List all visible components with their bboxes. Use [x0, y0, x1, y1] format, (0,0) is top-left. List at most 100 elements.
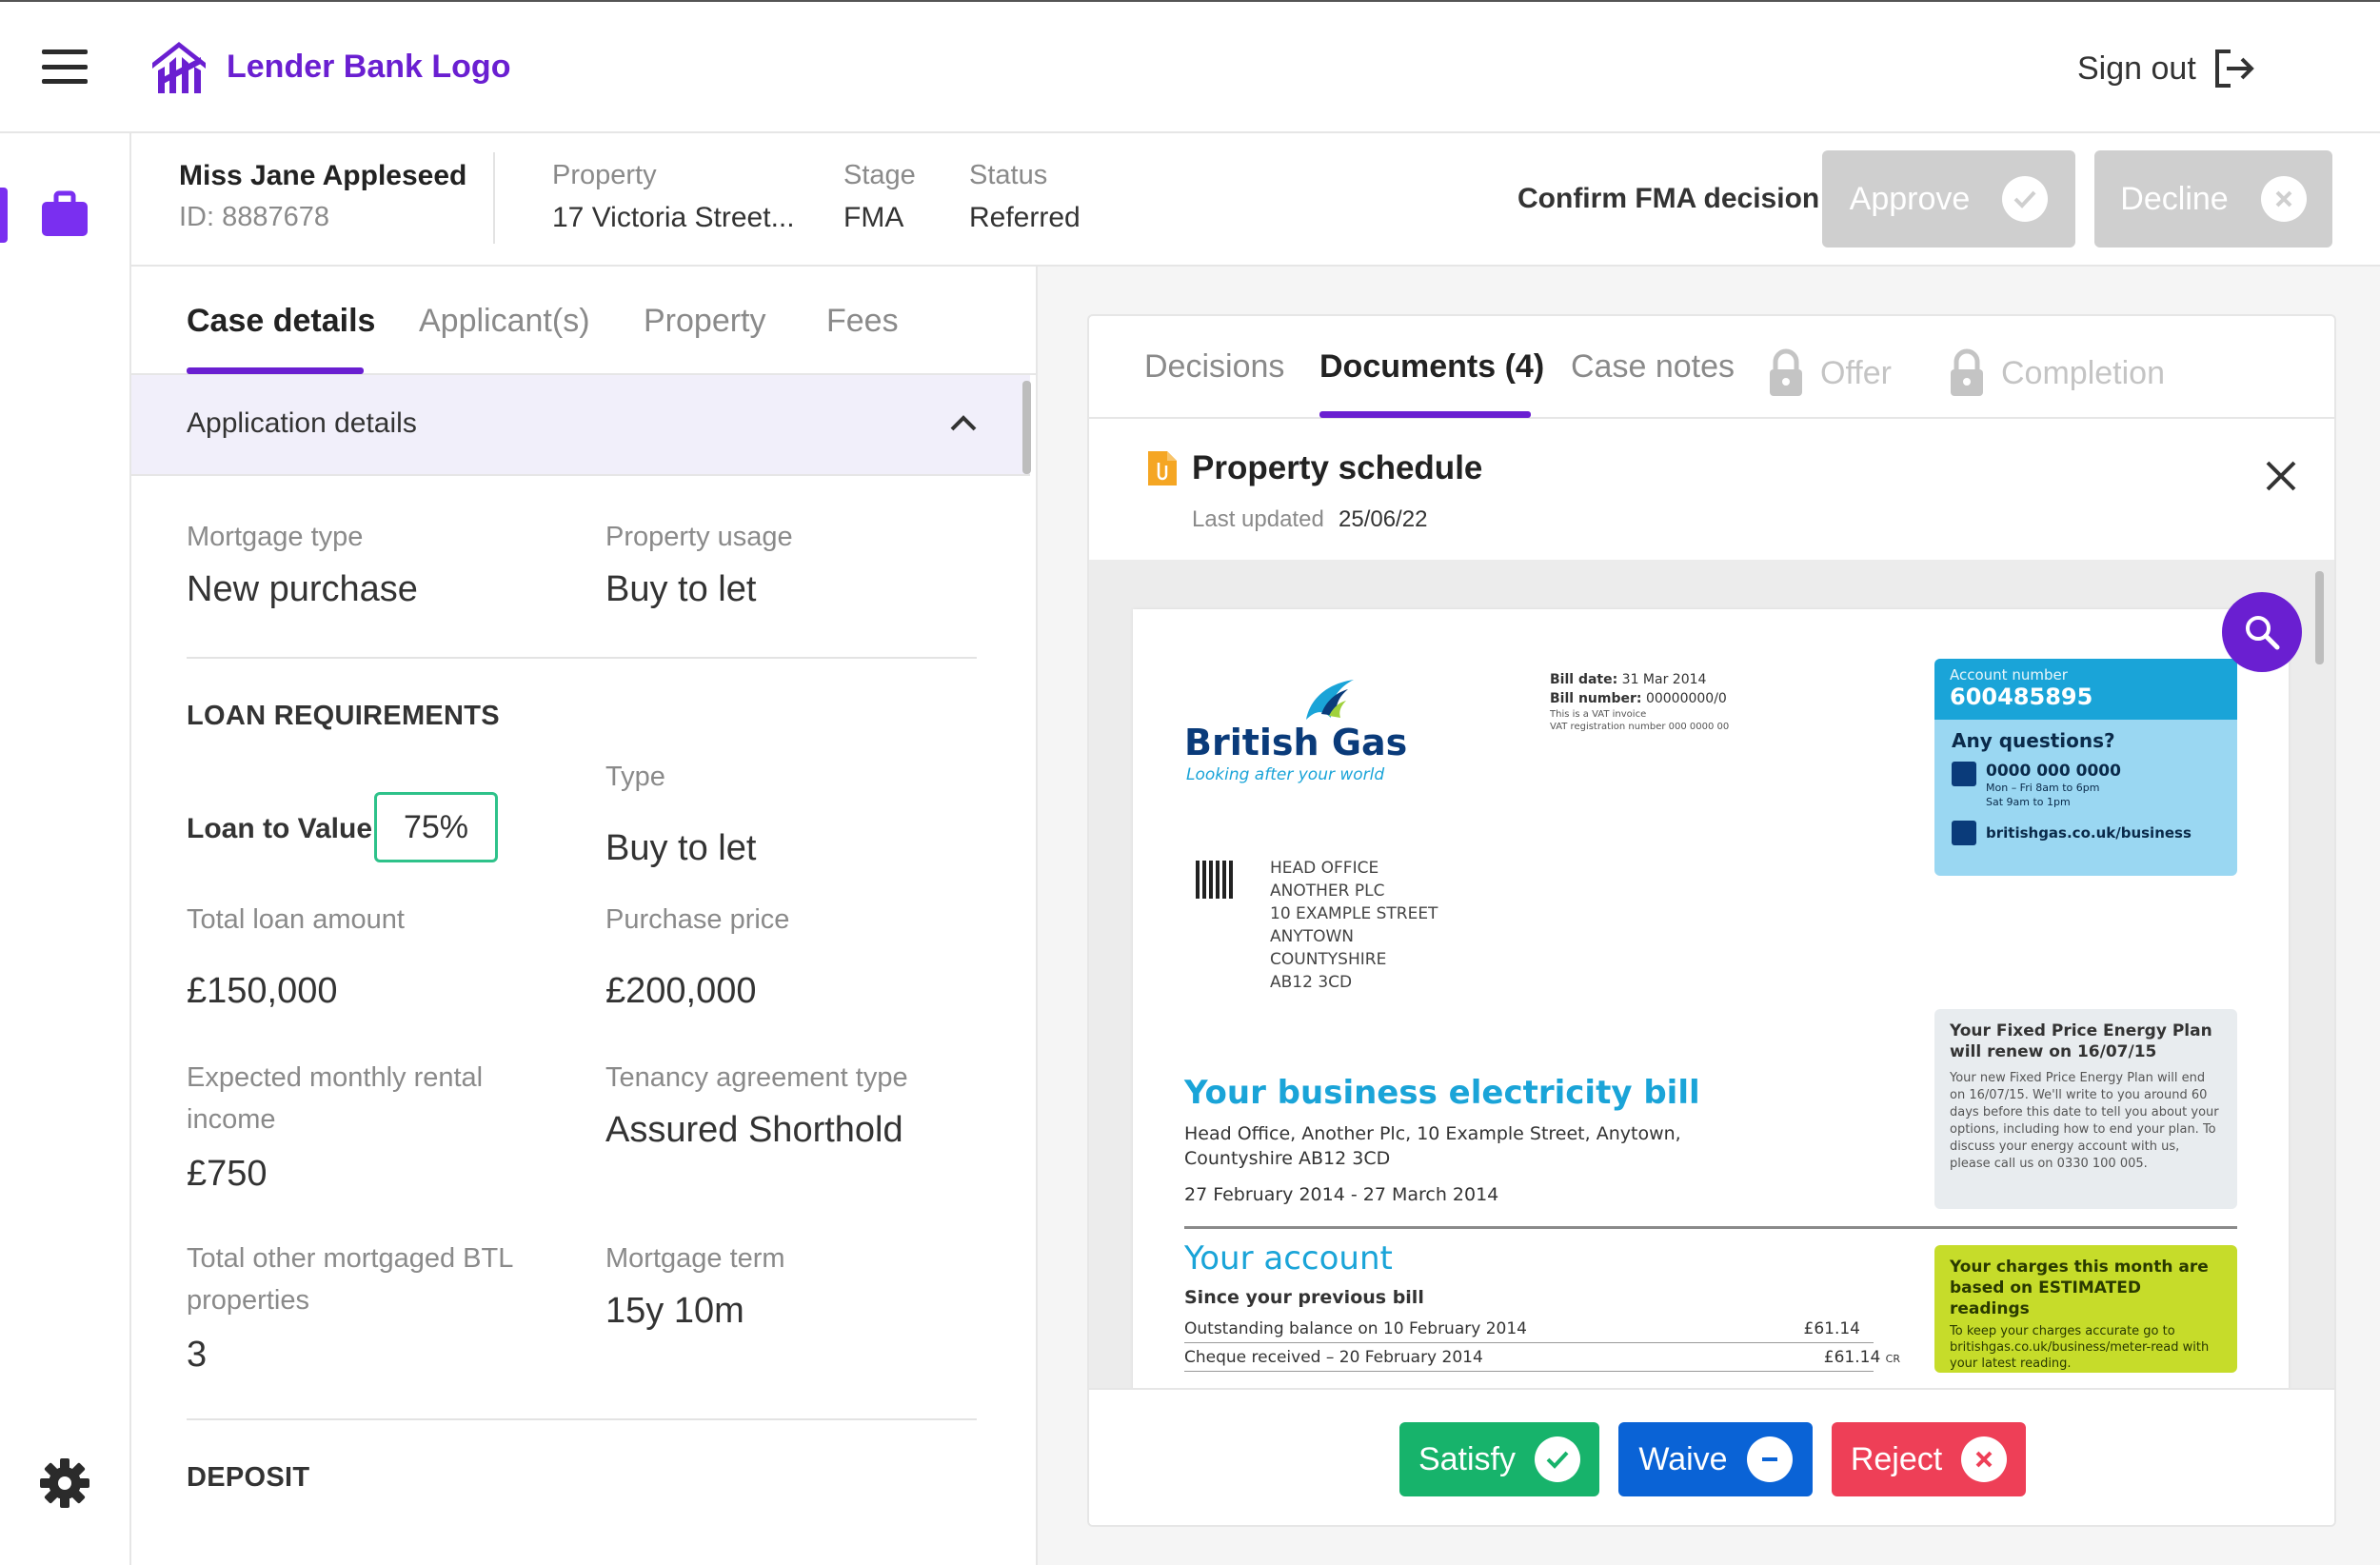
documents-card: Decisions Documents (4) Case notes Offer… — [1087, 314, 2336, 1527]
website-row: britishgas.co.uk/business — [1952, 821, 2220, 845]
logo-mark-icon — [152, 42, 206, 93]
amount: £61.14 — [1823, 1348, 1881, 1367]
tab-documents[interactable]: Documents (4) — [1319, 348, 1544, 386]
application-details-accordion[interactable]: Application details — [131, 375, 1030, 476]
phone-icon — [1952, 762, 1976, 786]
applicant-id: ID: 8887678 — [179, 202, 330, 232]
reject-button[interactable]: Reject — [1832, 1422, 2026, 1496]
tab-decisions-label: Decisions — [1144, 348, 1285, 385]
check-icon — [1535, 1436, 1581, 1482]
chevron-up-icon[interactable] — [948, 411, 979, 434]
bill-date-label: Bill date: — [1550, 672, 1618, 687]
vat-reg-text: VAT registration number 000 0000 00 — [1550, 722, 1730, 732]
waive-button[interactable]: Waive — [1618, 1422, 1813, 1496]
tenancy-value: Assured Shorthold — [605, 1110, 903, 1150]
property-usage-label: Property usage — [605, 522, 793, 552]
deposit-heading: DEPOSIT — [187, 1462, 310, 1493]
account-body: Any questions? 0000 000 0000 Mon – Fri 8… — [1934, 720, 2237, 855]
plan-heading: Your Fixed Price Energy Plan will renew … — [1950, 1021, 2212, 1061]
tab-case-details[interactable]: Case details — [187, 303, 375, 340]
briefcase-icon[interactable] — [40, 190, 89, 238]
website-text: britishgas.co.uk/business — [1986, 824, 2192, 842]
bill-title: Your business electricity bill — [1184, 1074, 1700, 1112]
document-viewer[interactable]: British Gas Looking after your world Bil… — [1089, 560, 2334, 1388]
other-btl-label: Total other mortgaged BTL properties — [187, 1243, 513, 1316]
stage-value: FMA — [843, 202, 904, 233]
close-circle-icon — [2260, 176, 2307, 222]
hours-weekday: Mon – Fri 8am to 6pm — [1986, 782, 2100, 794]
accordion-title: Application details — [187, 407, 417, 439]
address-line: COUNTYSHIRE — [1270, 950, 1387, 969]
approve-button[interactable]: Approve — [1822, 150, 2075, 248]
property-value: 17 Victoria Street... — [552, 202, 795, 233]
tab-completion-label: Completion — [2001, 354, 2165, 391]
tab-documents-label: Documents (4) — [1319, 348, 1545, 385]
tab-offer: Offer — [1767, 348, 1892, 398]
site-address-line: Countyshire AB12 3CD — [1184, 1148, 1391, 1169]
decline-button[interactable]: Decline — [2094, 150, 2332, 248]
hours-saturday: Sat 9am to 1pm — [1986, 796, 2071, 808]
last-updated-value: 25/06/22 — [1339, 506, 1428, 532]
tab-fees[interactable]: Fees — [826, 303, 899, 340]
tab-case-notes[interactable]: Case notes — [1571, 348, 1735, 386]
mouse-icon — [1952, 821, 1976, 845]
left-rail — [0, 133, 131, 1565]
estimated-charges-box: Your charges this month are based on EST… — [1934, 1245, 2237, 1373]
bill-row: Cheque received – 20 February 2014 £61.1… — [1184, 1348, 1900, 1372]
last-updated-label: Last updated — [1192, 506, 1324, 532]
status-value: Referred — [969, 202, 1081, 233]
address-line: HEAD OFFICE — [1270, 859, 1379, 878]
tab-property[interactable]: Property — [644, 303, 766, 340]
satisfy-button[interactable]: Satisfy — [1399, 1422, 1599, 1496]
close-icon[interactable] — [2264, 459, 2298, 493]
fixed-price-plan-box: Your Fixed Price Energy Plan will renew … — [1934, 1009, 2237, 1209]
british-gas-brand: British Gas — [1184, 722, 1408, 763]
charges-text: To keep your charges accurate go to brit… — [1950, 1324, 2210, 1371]
lock-icon — [1951, 348, 1983, 396]
applicant-name: Miss Jane Appleseed — [179, 160, 467, 191]
bill-number-value: 00000000/0 — [1645, 691, 1727, 706]
bill-rule — [1184, 1226, 2237, 1229]
settings-gear-icon[interactable] — [38, 1456, 91, 1510]
rental-income-label: Expected monthly rental income — [187, 1062, 484, 1135]
lender-logo[interactable]: Lender Bank Logo — [149, 38, 510, 95]
divider — [187, 657, 977, 659]
mortgage-term-label: Mortgage term — [605, 1243, 785, 1274]
bill-number-label: Bill number: — [1550, 691, 1642, 706]
tab-applicants[interactable]: Applicant(s) — [419, 303, 590, 340]
lock-icon — [1770, 348, 1802, 396]
case-header: Miss Jane Appleseed ID: 8887678 Property… — [131, 133, 2380, 267]
header-divider — [493, 152, 495, 244]
british-gas-flame-icon — [1306, 680, 1354, 720]
account-box: Account number 600485895 Any questions? … — [1934, 659, 2237, 876]
sign-out-button[interactable]: Sign out — [2077, 46, 2257, 91]
right-tabs: Decisions Documents (4) Case notes Offer… — [1089, 316, 2334, 419]
mortgage-type-value: New purchase — [187, 569, 418, 609]
document-page: British Gas Looking after your world Bil… — [1133, 609, 2289, 1388]
rail-active-indicator — [0, 188, 8, 243]
zoom-search-button[interactable] — [2222, 592, 2302, 672]
british-gas-tagline: Looking after your world — [1186, 765, 1385, 784]
postal-address: HEAD OFFICE ANOTHER PLC 10 EXAMPLE STREE… — [1270, 857, 1438, 994]
hamburger-menu-icon[interactable] — [42, 50, 88, 84]
site-address-line: Head Office, Another Plc, 10 Example Str… — [1184, 1123, 1681, 1144]
left-scrollbar[interactable] — [1022, 381, 1031, 474]
tab-decisions[interactable]: Decisions — [1144, 348, 1284, 386]
account-header: Account number 600485895 — [1934, 659, 2237, 720]
stage-label: Stage — [843, 160, 916, 190]
left-tabs: Case details Applicant(s) Property Fees — [131, 267, 1036, 375]
active-tab-underline — [187, 367, 364, 374]
bill-row: Outstanding balance on 10 February 2014 … — [1184, 1319, 1874, 1343]
your-account-heading: Your account — [1184, 1239, 1393, 1278]
since-previous-bill: Since your previous bill — [1184, 1287, 1424, 1308]
purchase-price-value: £200,000 — [605, 971, 757, 1011]
document-title: Property schedule — [1192, 449, 1483, 486]
divider — [187, 1418, 977, 1420]
viewer-scrollbar[interactable] — [2315, 571, 2324, 664]
account-number-label: Account number — [1950, 666, 2068, 683]
address-line: ANOTHER PLC — [1270, 882, 1385, 901]
document-file-icon — [1148, 451, 1177, 485]
ltv-label: Loan to Value — [187, 813, 373, 844]
purchase-price-label: Purchase price — [605, 904, 790, 935]
credit-suffix: CR — [1885, 1353, 1900, 1365]
